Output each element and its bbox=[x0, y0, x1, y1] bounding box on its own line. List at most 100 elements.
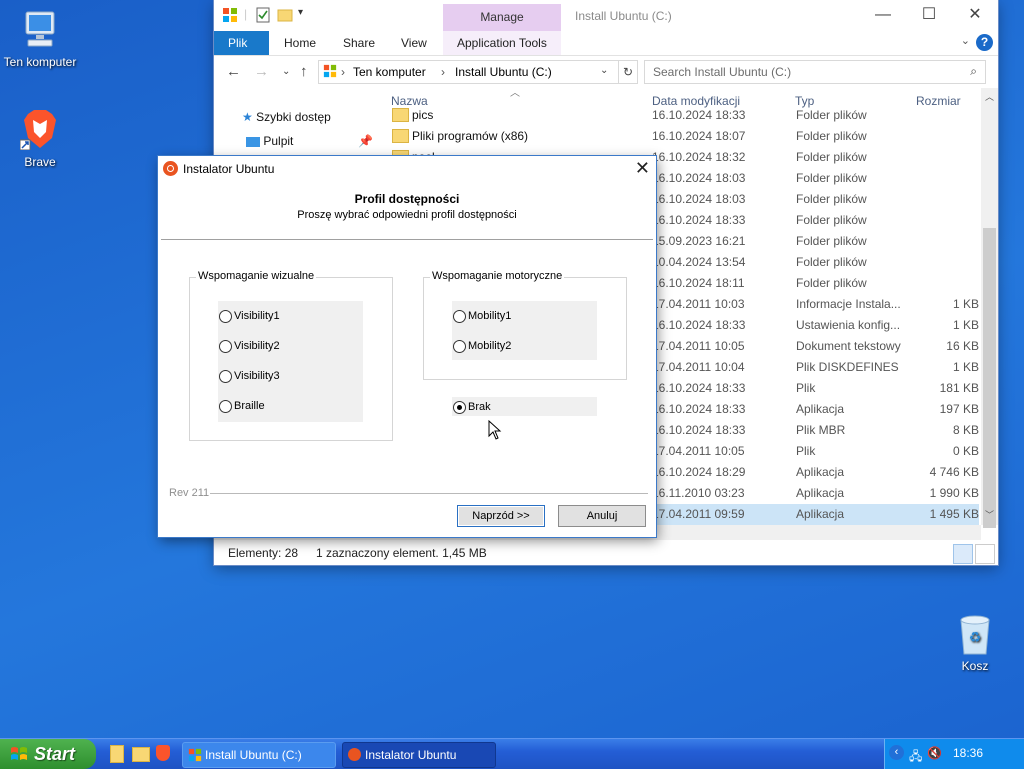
cell-date: 16.10.2024 18:03 bbox=[652, 192, 746, 206]
clock[interactable]: 18:36 bbox=[953, 746, 983, 760]
tab-share[interactable]: Share bbox=[329, 31, 389, 55]
refresh-button[interactable]: ↻ bbox=[618, 60, 638, 84]
recent-locations-icon[interactable]: ⌄ bbox=[282, 66, 290, 77]
this-pc-desktop-icon[interactable]: Ten komputer bbox=[0, 10, 80, 69]
manage-tab[interactable]: Manage bbox=[443, 4, 561, 31]
cell-type: Folder plików bbox=[796, 192, 867, 206]
divider bbox=[161, 239, 653, 240]
search-input[interactable]: Search Install Ubuntu (C:) ⌕ bbox=[644, 60, 986, 84]
ribbon-collapse-icon[interactable]: ⌄ bbox=[961, 34, 970, 47]
taskbar-item-label: Install Ubuntu (C:) bbox=[205, 748, 302, 762]
table-row[interactable]: pics 16.10.2024 18:33 Folder plików bbox=[214, 105, 979, 126]
brave-lion-icon bbox=[19, 110, 56, 151]
tab-home[interactable]: Home bbox=[270, 31, 330, 55]
desktop-icon-label: Brave bbox=[24, 155, 56, 169]
radio-dot bbox=[219, 310, 232, 323]
search-icon: ⌕ bbox=[970, 64, 977, 78]
cell-date: 15.09.2023 16:21 bbox=[652, 234, 746, 248]
folder-icon bbox=[392, 108, 409, 122]
drive-icon bbox=[223, 8, 237, 22]
scroll-up-icon[interactable]: ︿ bbox=[985, 90, 994, 103]
windows-flag-icon bbox=[11, 747, 27, 760]
taskbar-item-installer[interactable]: Instalator Ubuntu bbox=[342, 742, 496, 768]
desktop-icon-label: Ten komputer bbox=[3, 55, 77, 69]
large-icons-view-icon[interactable] bbox=[975, 544, 995, 564]
system-tray: ‹ 🖧 🔇 18:36 bbox=[884, 739, 1024, 769]
chevron-right-icon: › bbox=[341, 65, 345, 79]
cell-type: Dokument tekstowy bbox=[796, 339, 901, 353]
radio-label: Visibility3 bbox=[234, 370, 280, 382]
cell-date: 10.04.2024 13:54 bbox=[652, 255, 746, 269]
cell-size: 16 KB bbox=[946, 339, 979, 353]
visual-assistance-group: Wspomaganie wizualne Visibility1 Visibil… bbox=[189, 270, 393, 441]
cell-date: 16.10.2024 18:33 bbox=[652, 318, 746, 332]
radio-dot bbox=[453, 340, 466, 353]
cell-date: 16.11.2010 03:23 bbox=[652, 486, 745, 500]
properties-icon[interactable] bbox=[255, 7, 271, 23]
radio-label: Brak bbox=[468, 401, 491, 413]
details-view-icon[interactable] bbox=[953, 544, 973, 564]
svg-text:♻: ♻ bbox=[969, 630, 982, 646]
computer-icon bbox=[25, 11, 55, 47]
cell-date: 17.04.2011 10:03 bbox=[652, 297, 745, 311]
address-bar[interactable]: › Ten komputer › Install Ubuntu (C:) ⌄ bbox=[318, 60, 619, 84]
vertical-scrollbar[interactable]: ︿ ﹀ bbox=[981, 88, 998, 528]
group-label: Wspomaganie wizualne bbox=[196, 270, 317, 282]
folder-icon[interactable] bbox=[132, 747, 150, 762]
sort-ascending-icon: ︿ bbox=[510, 88, 520, 99]
tab-file[interactable]: Plik bbox=[214, 31, 269, 55]
start-button[interactable]: Start bbox=[0, 739, 96, 769]
scroll-down-icon[interactable]: ﹀ bbox=[985, 508, 994, 521]
brave-icon[interactable] bbox=[156, 745, 170, 761]
notes-icon[interactable] bbox=[110, 745, 124, 763]
mouse-cursor-icon bbox=[488, 420, 502, 440]
volume-muted-icon[interactable]: 🔇 bbox=[927, 746, 942, 760]
maximize-button[interactable]: ☐ bbox=[906, 4, 952, 28]
cell-date: 16.10.2024 18:33 bbox=[652, 108, 746, 122]
divider: | bbox=[244, 7, 248, 21]
selection-info: 1 zaznaczony element. 1,45 MB bbox=[316, 546, 487, 560]
navigation-bar: ← → ⌄ ↑ › Ten komputer › Install Ubuntu … bbox=[214, 58, 998, 86]
recycle-bin-desktop-icon[interactable]: ♻ Kosz bbox=[950, 612, 1000, 673]
close-icon[interactable]: ✕ bbox=[635, 158, 650, 179]
tab-application-tools[interactable]: Application Tools bbox=[443, 31, 561, 55]
explorer-titlebar: | ▾ Manage Install Ubuntu (C:) — ☐ ✕ bbox=[214, 0, 998, 31]
radio-label: Visibility2 bbox=[234, 340, 280, 352]
cell-type: Informacje Instala... bbox=[796, 297, 901, 311]
radio-dot bbox=[219, 340, 232, 353]
back-arrow-icon[interactable]: ← bbox=[226, 63, 241, 80]
network-icon[interactable]: 🖧 bbox=[909, 747, 922, 768]
radio-dot bbox=[219, 370, 232, 383]
cell-type: Aplikacja bbox=[796, 507, 845, 521]
cell-size: 8 KB bbox=[952, 423, 979, 437]
installer-dialog: Instalator Ubuntu ✕ Profil dostępności P… bbox=[158, 156, 656, 537]
cell-date: 16.10.2024 18:33 bbox=[652, 402, 746, 416]
up-arrow-icon[interactable]: ↑ bbox=[300, 63, 308, 80]
scroll-thumb[interactable] bbox=[983, 228, 996, 528]
tab-view[interactable]: View bbox=[387, 31, 441, 55]
address-dropdown-icon[interactable]: ⌄ bbox=[600, 65, 608, 76]
collapse-tray-icon[interactable]: ‹ bbox=[889, 745, 904, 760]
breadcrumb-segment[interactable]: Ten komputer bbox=[353, 65, 426, 79]
cancel-button[interactable]: Anuluj bbox=[558, 505, 646, 527]
help-icon[interactable]: ? bbox=[976, 34, 993, 51]
cell-size: 0 KB bbox=[952, 444, 979, 458]
cell-type: Folder plików bbox=[796, 234, 867, 248]
cell-size: 1 KB bbox=[952, 360, 979, 374]
new-folder-icon[interactable] bbox=[277, 7, 293, 23]
taskbar-item-explorer[interactable]: Install Ubuntu (C:) bbox=[182, 742, 336, 768]
cell-type: Aplikacja bbox=[796, 486, 845, 500]
next-button[interactable]: Naprzód >> bbox=[457, 505, 545, 527]
group-label: Wspomaganie motoryczne bbox=[430, 270, 565, 282]
qa-dropdown-icon[interactable]: ▾ bbox=[298, 7, 303, 23]
cell-size: 181 KB bbox=[939, 381, 979, 395]
forward-arrow-icon[interactable]: → bbox=[254, 63, 269, 80]
cell-date: 17.04.2011 09:59 bbox=[652, 507, 745, 521]
breadcrumb-segment[interactable]: Install Ubuntu (C:) bbox=[455, 65, 552, 79]
table-row[interactable]: Pliki programów (x86) 16.10.2024 18:07 Fol… bbox=[214, 126, 979, 147]
close-button[interactable]: ✕ bbox=[952, 4, 998, 28]
cell-type: Ustawienia konfig... bbox=[796, 318, 901, 332]
minimize-button[interactable]: — bbox=[860, 4, 906, 28]
brave-desktop-icon[interactable]: Brave bbox=[0, 108, 80, 169]
motor-assistance-group: Wspomaganie motoryczne Mobility1 Mobilit… bbox=[423, 270, 627, 380]
